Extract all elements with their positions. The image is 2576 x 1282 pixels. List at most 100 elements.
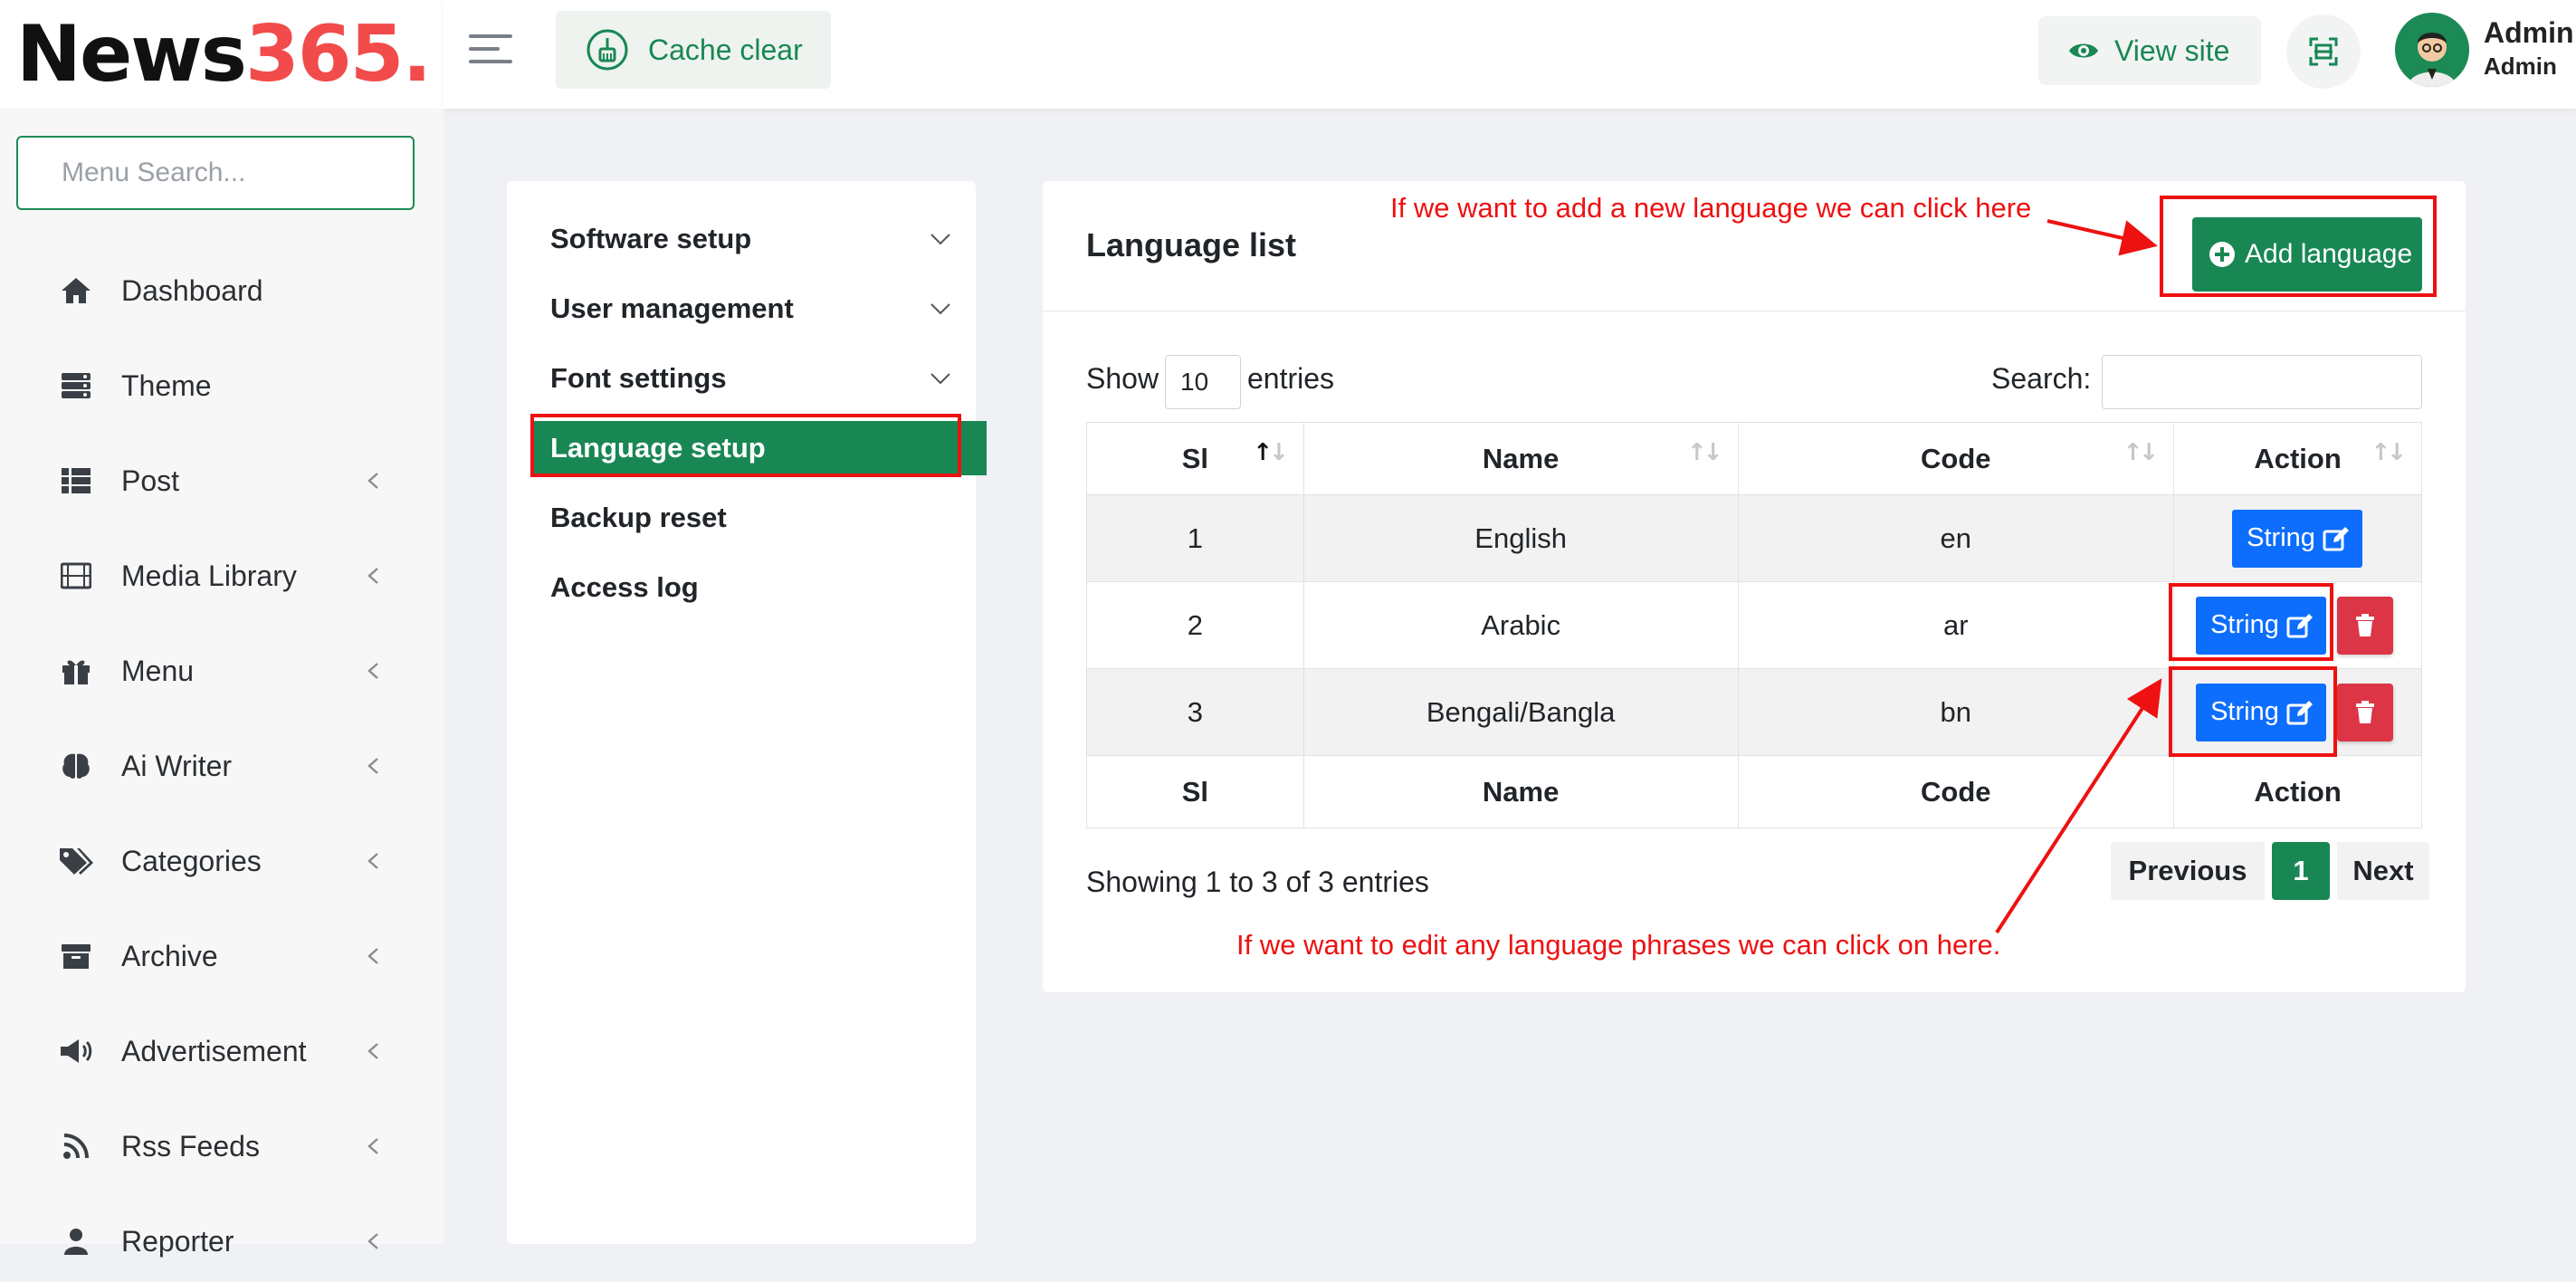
entries-label: entries <box>1247 362 1335 395</box>
eye-icon <box>2069 43 2098 58</box>
tags-icon <box>58 843 94 879</box>
sidebar-item-archive[interactable]: Archive <box>0 915 444 997</box>
sidebar-item-theme[interactable]: Theme <box>0 345 444 426</box>
user-name[interactable]: Admin <box>2484 16 2574 50</box>
cell-sl: 2 <box>1086 581 1304 669</box>
cell-code: en <box>1737 494 2175 582</box>
sort-icon: ↑↓ <box>2371 439 2407 466</box>
search-label: Search: <box>1991 362 2092 395</box>
chevron-left-icon <box>367 1043 378 1059</box>
sidebar-item-label: Rss Feeds <box>121 1129 260 1162</box>
table-row: 1 English en String <box>1086 494 2422 582</box>
settings-item-label: Font settings <box>550 362 727 394</box>
sidebar-item-reporter[interactable]: Reporter <box>0 1201 444 1282</box>
settings-item-label: User management <box>550 292 794 324</box>
column-header-sl[interactable]: Sl ↑↓ <box>1086 422 1304 495</box>
chevron-left-icon <box>367 663 378 679</box>
sidebar-item-advertisement[interactable]: Advertisement <box>0 1010 444 1092</box>
chevron-left-icon <box>367 853 378 869</box>
table-search-input[interactable] <box>2102 355 2422 409</box>
column-footer-action: Action <box>2173 755 2422 828</box>
highlight-box-language-setup <box>530 414 961 477</box>
string-button-label: String <box>2247 523 2315 552</box>
sidebar-item-label: Archive <box>121 939 218 972</box>
settings-item-access-log[interactable]: Access log <box>550 560 963 615</box>
rss-icon <box>58 1128 94 1164</box>
view-site-button[interactable]: View site <box>2038 16 2261 85</box>
column-header-name[interactable]: Name ↑↓ <box>1302 422 1739 495</box>
cell-action: String <box>2173 494 2422 582</box>
column-footer-code: Code <box>1737 755 2175 828</box>
sidebar-item-label: Ai Writer <box>121 749 233 782</box>
user-icon <box>58 1223 94 1259</box>
view-site-label: View site <box>2114 33 2230 67</box>
cell-name: Bengali/Bangla <box>1302 668 1739 756</box>
sidebar-toggle-icon[interactable] <box>469 34 512 71</box>
sort-ascending-icon: ↑↓ <box>1253 439 1289 466</box>
delete-button[interactable] <box>2336 683 2393 741</box>
column-header-label: Sl <box>1181 442 1209 474</box>
chevron-left-icon <box>367 948 378 964</box>
pagination: Previous 1 Next <box>2111 842 2429 900</box>
column-footer-name: Name <box>1302 755 1739 828</box>
theme-icon <box>58 368 94 404</box>
cache-clear-button[interactable]: Cache clear <box>556 11 831 89</box>
column-header-code[interactable]: Code ↑↓ <box>1737 422 2175 495</box>
page-number-button[interactable]: 1 <box>2272 842 2330 900</box>
sidebar-item-media-library[interactable]: Media Library <box>0 535 444 617</box>
chevron-down-icon <box>930 303 950 315</box>
cell-sl: 3 <box>1086 668 1304 756</box>
logo-text-news: News <box>16 9 247 100</box>
sidebar-item-label: Reporter <box>121 1224 234 1258</box>
sidebar-item-categories[interactable]: Categories <box>0 820 444 902</box>
brain-icon <box>58 748 94 784</box>
sidebar-item-label: Media Library <box>121 559 297 592</box>
sidebar-item-label: Dashboard <box>121 273 263 307</box>
settings-item-user-management[interactable]: User management <box>550 282 963 336</box>
sidebar-item-label: Categories <box>121 844 262 877</box>
settings-item-backup-reset[interactable]: Backup reset <box>550 491 963 545</box>
table-info: Showing 1 to 3 of 3 entries <box>1086 866 1429 898</box>
delete-button[interactable] <box>2336 596 2393 655</box>
sidebar-item-ai-writer[interactable]: Ai Writer <box>0 725 444 807</box>
column-footer-sl: Sl <box>1086 755 1304 828</box>
column-header-label: Action <box>2254 442 2342 474</box>
chevron-down-icon <box>930 373 950 385</box>
user-avatar-icon <box>2395 13 2469 87</box>
sidebar-item-dashboard[interactable]: Dashboard <box>0 250 444 331</box>
previous-page-button[interactable]: Previous <box>2111 842 2265 900</box>
sidebar-item-label: Menu <box>121 654 195 687</box>
settings-item-label: Backup reset <box>550 502 727 533</box>
cell-sl: 1 <box>1086 494 1304 582</box>
trash-icon <box>2355 700 2374 723</box>
site-logo[interactable]: News365. <box>16 15 432 93</box>
chevron-left-icon <box>367 473 378 489</box>
settings-menu-card: Software setup User management Font sett… <box>507 181 987 1244</box>
column-header-label: Name <box>1482 442 1560 474</box>
sidebar-item-post[interactable]: Post <box>0 440 444 521</box>
home-icon <box>58 273 94 309</box>
chevron-left-icon <box>367 568 378 584</box>
page-title: Language list <box>1086 226 1297 263</box>
chevron-left-icon <box>367 1138 378 1154</box>
cell-name: Arabic <box>1302 581 1739 669</box>
edit-string-button[interactable]: String <box>2232 509 2362 568</box>
column-header-action[interactable]: Action ↑↓ <box>2173 422 2422 495</box>
settings-item-software-setup[interactable]: Software setup <box>550 212 963 266</box>
sidebar-item-menu[interactable]: Menu <box>0 630 444 712</box>
next-page-button[interactable]: Next <box>2337 842 2429 900</box>
annotation-edit-note: If we want to edit any language phrases … <box>1236 929 2001 961</box>
user-avatar[interactable] <box>2395 13 2469 87</box>
cell-code: ar <box>1737 581 2175 669</box>
entries-per-page-select[interactable]: 10 <box>1165 355 1241 409</box>
broom-icon <box>587 29 628 71</box>
settings-item-font-settings[interactable]: Font settings <box>550 351 963 406</box>
sort-icon: ↑↓ <box>1686 439 1723 466</box>
list-icon <box>58 463 94 499</box>
menu-search-input[interactable] <box>16 136 415 210</box>
user-role: Admin <box>2484 53 2557 80</box>
sidebar-item-rss-feeds[interactable]: Rss Feeds <box>0 1105 444 1187</box>
fullscreen-button[interactable] <box>2286 14 2361 89</box>
cell-code: bn <box>1737 668 2175 756</box>
edit-icon <box>2323 526 2349 550</box>
